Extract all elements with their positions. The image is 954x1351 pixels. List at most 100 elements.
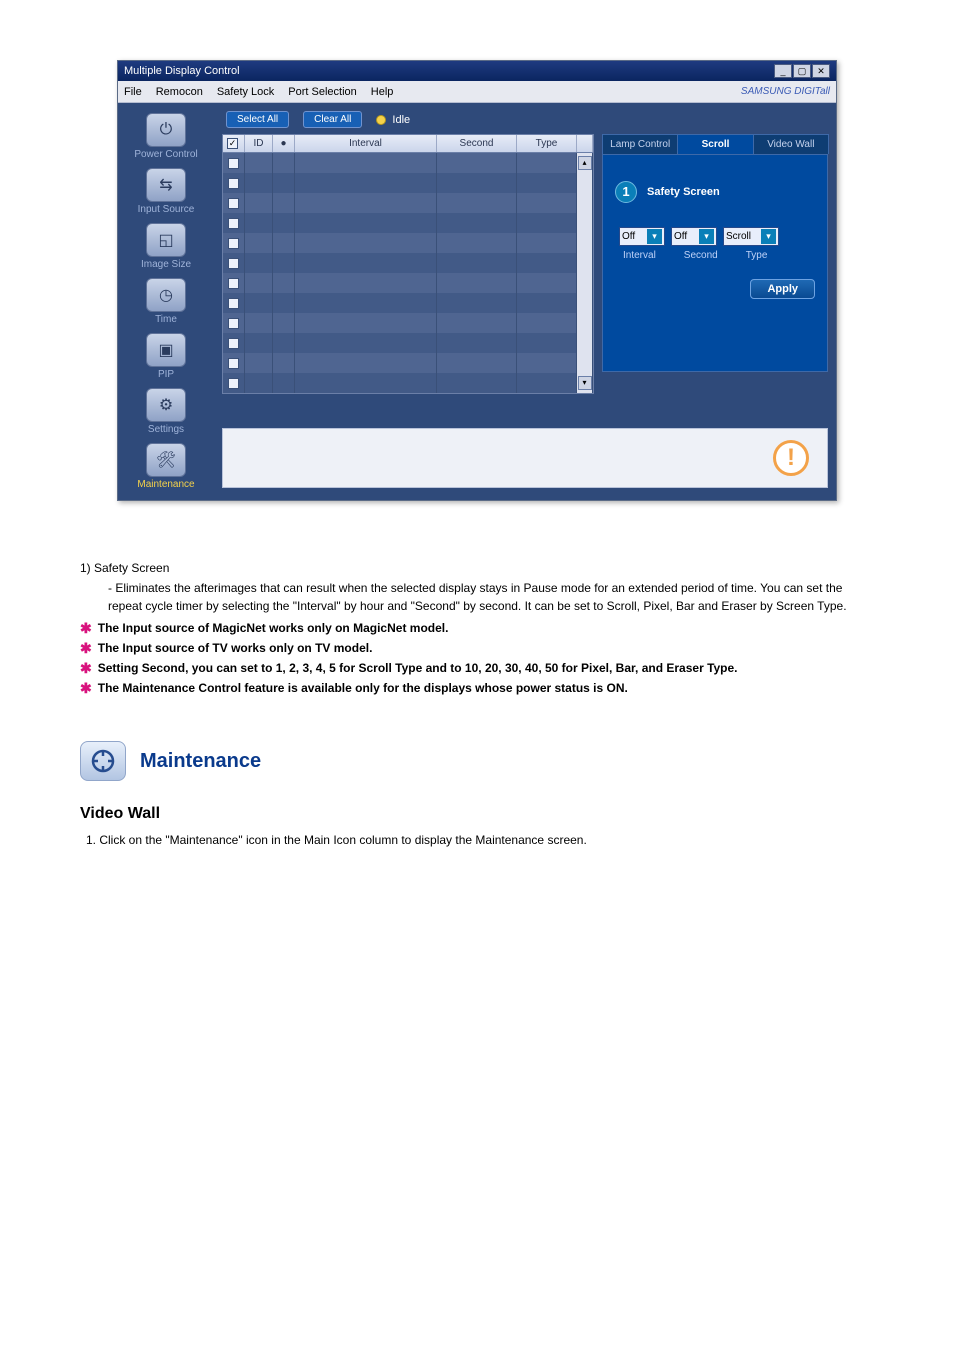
row-check[interactable] xyxy=(223,233,245,253)
checkbox[interactable] xyxy=(228,238,239,249)
row-lamp xyxy=(273,333,295,353)
checkbox[interactable] xyxy=(228,198,239,209)
sidebar-item-label: Settings xyxy=(148,424,184,435)
window-title: Multiple Display Control xyxy=(124,65,240,77)
scroll-down-icon[interactable]: ▾ xyxy=(578,376,592,390)
checkbox[interactable] xyxy=(228,178,239,189)
star-icon: ✱ xyxy=(80,641,92,655)
tab-lamp-control[interactable]: Lamp Control xyxy=(602,134,678,154)
tab-scroll[interactable]: Scroll xyxy=(677,134,753,154)
row-check[interactable] xyxy=(223,193,245,213)
sidebar-item-image-size[interactable]: ◱ Image Size xyxy=(141,223,191,270)
apply-button[interactable]: Apply xyxy=(750,279,815,299)
image-size-icon: ◱ xyxy=(146,223,186,257)
table-row[interactable] xyxy=(223,213,593,233)
star-note: ✱ Setting Second, you can set to 1, 2, 3… xyxy=(80,661,874,675)
checkbox[interactable] xyxy=(228,298,239,309)
col-second: Second xyxy=(437,135,517,152)
checkbox[interactable] xyxy=(228,278,239,289)
checkbox[interactable] xyxy=(228,258,239,269)
chevron-down-icon: ▾ xyxy=(761,229,776,244)
row-second xyxy=(437,233,517,253)
row-check[interactable] xyxy=(223,333,245,353)
row-type xyxy=(517,313,577,333)
close-button[interactable]: ✕ xyxy=(812,64,830,78)
checkbox[interactable] xyxy=(228,158,239,169)
table-row[interactable] xyxy=(223,233,593,253)
row-check[interactable] xyxy=(223,173,245,193)
row-check[interactable] xyxy=(223,153,245,173)
row-check[interactable] xyxy=(223,313,245,333)
checkbox[interactable] xyxy=(228,378,239,389)
safety-screen-dropdowns: Off ▾ Off ▾ Scroll ▾ xyxy=(619,227,815,246)
tab-video-wall[interactable]: Video Wall xyxy=(753,134,829,154)
maximize-button[interactable]: ▢ xyxy=(793,64,811,78)
checkbox[interactable] xyxy=(228,358,239,369)
sidebar-item-label: Power Control xyxy=(134,149,197,160)
sidebar-item-power-control[interactable]: ⏻ Power Control xyxy=(134,113,197,160)
table-row[interactable] xyxy=(223,193,593,213)
menu-safety-lock[interactable]: Safety Lock xyxy=(217,86,274,98)
sidebar-item-pip[interactable]: ▣ PIP xyxy=(146,333,186,380)
sidebar-item-input-source[interactable]: ⇆ Input Source xyxy=(138,168,195,215)
row-check[interactable] xyxy=(223,293,245,313)
row-id xyxy=(245,353,273,373)
checkbox[interactable] xyxy=(228,218,239,229)
select-all-button[interactable]: Select All xyxy=(226,111,289,128)
row-lamp xyxy=(273,193,295,213)
type-select[interactable]: Scroll ▾ xyxy=(723,227,779,246)
table-row[interactable] xyxy=(223,173,593,193)
checkbox[interactable] xyxy=(228,318,239,329)
row-lamp xyxy=(273,373,295,393)
menu-remocon[interactable]: Remocon xyxy=(156,86,203,98)
interval-label: Interval xyxy=(623,250,656,261)
row-check[interactable] xyxy=(223,253,245,273)
menubar: File Remocon Safety Lock Port Selection … xyxy=(118,81,836,103)
checkbox[interactable] xyxy=(228,338,239,349)
safety-screen-title: Safety Screen xyxy=(647,186,720,198)
menu-help[interactable]: Help xyxy=(371,86,394,98)
interval-select[interactable]: Off ▾ xyxy=(619,227,665,246)
subsection-title: Video Wall xyxy=(80,805,874,823)
sidebar-item-maintenance[interactable]: 🛠 Maintenance xyxy=(137,443,194,490)
second-select[interactable]: Off ▾ xyxy=(671,227,717,246)
sidebar-item-settings[interactable]: ⚙ Settings xyxy=(146,388,186,435)
second-value: Off xyxy=(674,231,699,242)
sidebar-item-label: Image Size xyxy=(141,259,191,270)
check-all[interactable] xyxy=(227,138,238,149)
power-icon: ⏻ xyxy=(146,113,186,147)
table-body: ▴▾ xyxy=(222,153,594,394)
idle-status-label: Idle xyxy=(392,114,410,126)
step-1: 1. Click on the "Maintenance" icon in th… xyxy=(86,833,874,847)
second-label: Second xyxy=(684,250,718,261)
row-interval xyxy=(295,313,437,333)
table-row[interactable] xyxy=(223,313,593,333)
menu-port-selection[interactable]: Port Selection xyxy=(288,86,356,98)
sidebar-item-time[interactable]: ◷ Time xyxy=(146,278,186,325)
row-scroll-gutter xyxy=(577,253,593,273)
row-type xyxy=(517,373,577,393)
minimize-button[interactable]: _ xyxy=(774,64,792,78)
table-row[interactable] xyxy=(223,333,593,353)
row-check[interactable] xyxy=(223,373,245,393)
table-row[interactable] xyxy=(223,273,593,293)
table-row[interactable]: ▴ xyxy=(223,153,593,173)
table-row[interactable]: ▾ xyxy=(223,373,593,393)
col-check[interactable] xyxy=(223,135,245,152)
pip-icon: ▣ xyxy=(146,333,186,367)
row-scroll-gutter xyxy=(577,313,593,333)
row-type xyxy=(517,353,577,373)
settings-icon: ⚙ xyxy=(146,388,186,422)
row-check[interactable] xyxy=(223,353,245,373)
table-row[interactable] xyxy=(223,293,593,313)
interval-value: Off xyxy=(622,231,647,242)
input-source-icon: ⇆ xyxy=(146,168,186,202)
star-icon: ✱ xyxy=(80,621,92,635)
table-row[interactable] xyxy=(223,253,593,273)
row-check[interactable] xyxy=(223,273,245,293)
table-row[interactable] xyxy=(223,353,593,373)
row-check[interactable] xyxy=(223,213,245,233)
scroll-up-icon[interactable]: ▴ xyxy=(578,156,592,170)
clear-all-button[interactable]: Clear All xyxy=(303,111,362,128)
menu-file[interactable]: File xyxy=(124,86,142,98)
